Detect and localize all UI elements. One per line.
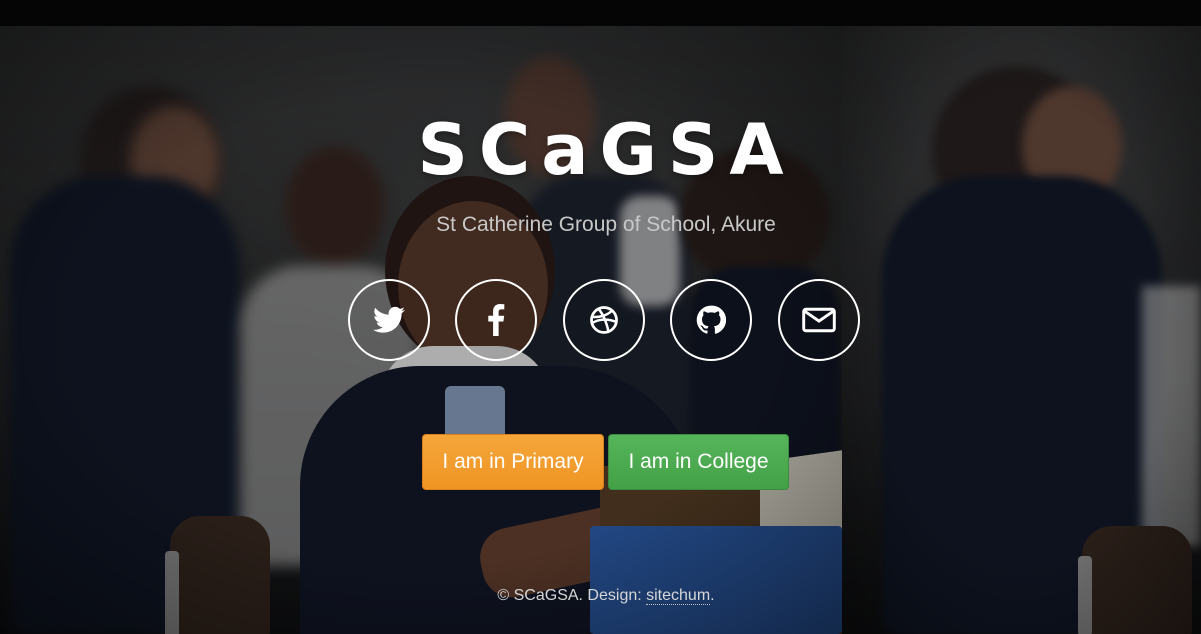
facebook-icon (488, 304, 505, 336)
facebook-link[interactable] (455, 279, 537, 361)
email-link[interactable] (778, 279, 860, 361)
college-button[interactable]: I am in College (608, 434, 789, 490)
twitter-link[interactable] (348, 279, 430, 361)
page-stage: SCaGSA St Catherine Group of School, Aku… (0, 0, 1201, 634)
hero-content: SCaGSA St Catherine Group of School, Aku… (0, 0, 1201, 634)
site-subtitle: St Catherine Group of School, Akure (436, 213, 776, 236)
github-icon (696, 305, 726, 334)
design-credit-link[interactable]: sitechum (646, 587, 711, 605)
dribbble-link[interactable] (563, 279, 645, 361)
social-links (348, 279, 868, 365)
envelope-icon (802, 307, 836, 333)
footer-end: . (710, 587, 715, 604)
dribbble-icon (590, 306, 618, 334)
twitter-icon (373, 306, 405, 333)
site-title: SCaGSA (417, 109, 795, 191)
primary-button[interactable]: I am in Primary (422, 434, 604, 490)
github-link[interactable] (670, 279, 752, 361)
footer: © SCaGSA. Design: sitechum. (330, 585, 882, 607)
footer-copyright: © SCaGSA. Design: (497, 587, 647, 604)
